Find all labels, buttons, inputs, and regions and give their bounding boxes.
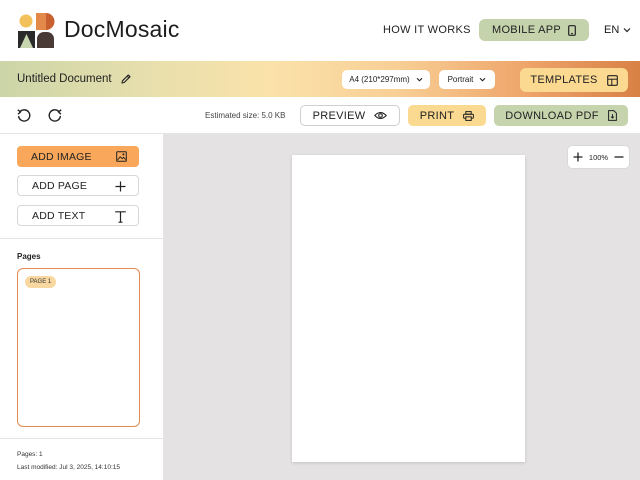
mobile-app-button[interactable]: MOBILE APP xyxy=(479,19,589,41)
logo-icon[interactable] xyxy=(17,12,55,50)
file-download-icon xyxy=(607,110,617,121)
add-text-button[interactable]: ADD TEXT xyxy=(17,205,139,226)
document-page[interactable] xyxy=(292,155,525,462)
top-header: DocMosaic HOW IT WORKS MOBILE APP EN xyxy=(0,0,640,61)
eye-icon xyxy=(374,111,388,120)
plus-icon xyxy=(114,180,127,193)
divider xyxy=(0,438,163,439)
print-button[interactable]: PRINT xyxy=(408,105,486,126)
page-badge: PAGE 1 xyxy=(25,276,57,288)
templates-button[interactable]: TEMPLATES xyxy=(520,68,628,92)
mobile-app-label: MOBILE APP xyxy=(491,24,562,36)
text-icon xyxy=(114,210,127,223)
editor-canvas[interactable]: 100% xyxy=(164,134,640,480)
nav-how-it-works[interactable]: HOW IT WORKS xyxy=(383,24,471,36)
undo-icon[interactable] xyxy=(16,107,32,123)
plus-icon xyxy=(573,152,583,162)
add-text-label: ADD TEXT xyxy=(32,209,86,222)
last-modified: Last modified: Jul 3, 2025, 14:10:15 xyxy=(17,464,120,471)
zoom-in-button[interactable] xyxy=(573,152,583,162)
zoom-out-button[interactable] xyxy=(614,152,624,162)
zoom-control: 100% xyxy=(568,146,629,168)
document-title-text: Untitled Document xyxy=(17,73,112,85)
document-title[interactable]: Untitled Document xyxy=(17,73,132,85)
page-thumbnail[interactable]: PAGE 1 xyxy=(17,268,140,427)
sidebar: ADD IMAGE ADD PAGE ADD TEXT Pages PAGE 1… xyxy=(0,134,164,480)
image-icon xyxy=(115,150,128,163)
orientation-value: Portrait xyxy=(447,75,474,84)
page-size-value: A4 (210*297mm) xyxy=(349,75,410,84)
estimated-size: Estimated size: 5.0 KB xyxy=(205,111,286,120)
pencil-icon[interactable] xyxy=(120,73,132,85)
print-label: PRINT xyxy=(419,109,455,122)
add-image-button[interactable]: ADD IMAGE xyxy=(17,146,139,167)
chevron-down-icon xyxy=(416,77,423,82)
page-size-select[interactable]: A4 (210*297mm) xyxy=(342,70,430,89)
printer-icon xyxy=(463,110,475,121)
download-pdf-button[interactable]: DOWNLOAD PDF xyxy=(494,105,628,126)
document-bar: Untitled Document A4 (210*297mm) Portrai… xyxy=(0,61,640,97)
chevron-down-icon xyxy=(480,77,486,82)
minus-icon xyxy=(614,156,624,158)
download-pdf-label: DOWNLOAD PDF xyxy=(505,109,599,122)
redo-icon[interactable] xyxy=(47,107,63,123)
add-page-button[interactable]: ADD PAGE xyxy=(17,175,139,196)
orientation-select[interactable]: Portrait xyxy=(439,70,495,89)
pages-heading: Pages xyxy=(17,252,41,261)
templates-label: TEMPLATES xyxy=(530,74,598,86)
add-image-label: ADD IMAGE xyxy=(31,150,92,163)
divider xyxy=(0,238,163,239)
add-page-label: ADD PAGE xyxy=(32,179,88,192)
language-label: EN xyxy=(604,24,620,36)
templates-icon xyxy=(606,74,618,86)
zoom-level: 100% xyxy=(588,152,609,162)
toolbar: Estimated size: 5.0 KB PREVIEW PRINT DOW… xyxy=(0,97,640,134)
preview-label: PREVIEW xyxy=(312,109,366,122)
language-selector[interactable]: EN xyxy=(604,24,631,36)
chevron-down-icon xyxy=(623,28,631,33)
brand-name[interactable]: DocMosaic xyxy=(64,16,180,43)
page-count: Pages: 1 xyxy=(17,451,43,458)
phone-icon xyxy=(568,24,576,36)
preview-button[interactable]: PREVIEW xyxy=(300,105,400,126)
